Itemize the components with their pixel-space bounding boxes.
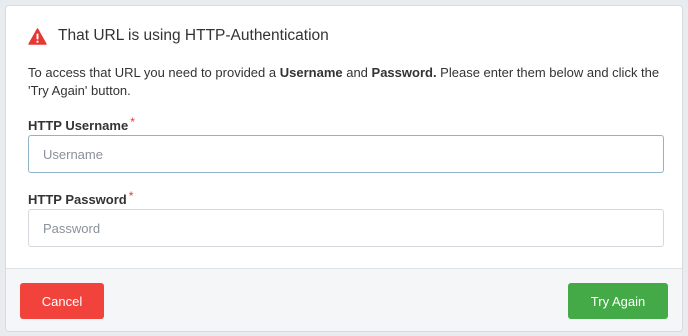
username-label-text: HTTP Username (28, 118, 129, 133)
description-text-1: To access that URL you need to provided … (28, 65, 280, 80)
dialog-title: That URL is using HTTP-Authentication (58, 27, 329, 44)
warning-triangle-icon (28, 27, 47, 45)
description-password-word: Password. (371, 65, 437, 80)
dialog-title-row: That URL is using HTTP-Authentication (28, 27, 329, 45)
username-label: HTTP Username * (28, 115, 135, 133)
password-label: HTTP Password * (28, 189, 134, 207)
username-required-mark: * (130, 115, 135, 129)
dialog-body: That URL is using HTTP-Authentication To… (6, 6, 682, 268)
username-input[interactable] (28, 135, 664, 173)
dialog-footer: Cancel Try Again (6, 268, 682, 331)
password-required-mark: * (128, 189, 134, 203)
password-label-text: HTTP Password (28, 192, 127, 207)
description-username-word: Username (279, 65, 343, 80)
password-input[interactable] (28, 209, 664, 247)
cancel-button[interactable]: Cancel (20, 283, 104, 319)
http-auth-dialog: That URL is using HTTP-Authentication To… (5, 5, 683, 332)
try-again-button[interactable]: Try Again (568, 283, 668, 319)
description-text-2: and (342, 65, 372, 80)
dialog-description: To access that URL you need to provided … (28, 64, 668, 100)
